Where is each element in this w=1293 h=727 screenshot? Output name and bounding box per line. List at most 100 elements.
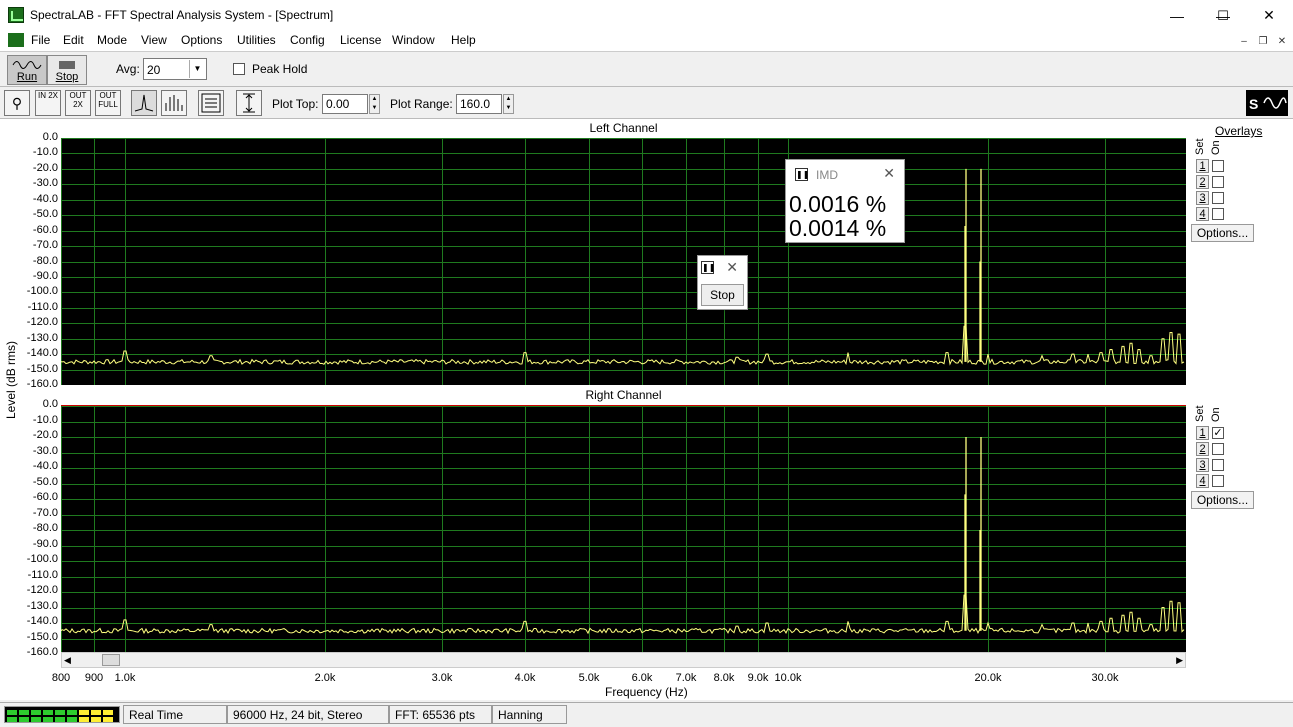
overlays-title: Overlays (1215, 124, 1263, 138)
overlay-on-checkbox-3[interactable] (1212, 459, 1224, 471)
pause-icon[interactable]: ❚❚ (701, 261, 715, 274)
status-format: 96000 Hz, 24 bit, Stereo (227, 705, 389, 724)
y-tick-label: 0.0 (42, 398, 58, 410)
y-tick-label: -100.0 (26, 285, 58, 298)
overlay-set-button-1[interactable]: 1 (1196, 159, 1209, 173)
run-button[interactable]: Run (7, 55, 47, 85)
overlay-on-checkbox-4[interactable] (1212, 208, 1224, 220)
menu-options[interactable]: Options (181, 33, 222, 47)
magnifier-icon[interactable]: ⚲ (4, 90, 30, 116)
y-tick-label: -10.0 (32, 146, 58, 159)
zoom-in-2x-button[interactable]: IN 2X (35, 90, 61, 116)
bar-plot-button[interactable] (161, 90, 187, 116)
overlay-set-button-4[interactable]: 4 (1196, 207, 1209, 221)
autoscale-button[interactable] (236, 90, 262, 116)
imd-value-right: 0.0014 % (789, 215, 887, 241)
overlay-set-button-4[interactable]: 4 (1196, 474, 1209, 488)
right-channel-plot[interactable] (61, 405, 1186, 653)
overlay-on-checkbox-4[interactable] (1212, 475, 1224, 487)
overlay-on-checkbox-3[interactable] (1212, 192, 1224, 204)
overlay-set-button-2[interactable]: 2 (1196, 442, 1209, 456)
plot-top-spinner[interactable]: ▲ ▼ (369, 94, 380, 114)
x-tick-label: 6.0k (631, 672, 653, 684)
overlay-options-button[interactable]: Options... (1191, 491, 1254, 509)
y-tick-label: -160.0 (26, 378, 58, 390)
x-tick-label: 20.0k (974, 672, 1002, 684)
scroll-left-icon[interactable]: ◀ (64, 655, 71, 666)
chevron-down-icon[interactable]: ▼ (189, 60, 205, 78)
maximize-window-button[interactable]: ☐ (1200, 0, 1246, 31)
y-tick-label: -80.0 (32, 254, 58, 267)
mdi-minimize-icon[interactable]: ‒ (1236, 34, 1252, 48)
menu-mode[interactable]: Mode (97, 33, 127, 47)
imd-popup[interactable]: ❚❚ IMD ✕ 0.0016 % 0.0014 % (785, 159, 905, 243)
menu-window[interactable]: Window (392, 33, 435, 47)
y-tick-label: -130.0 (26, 331, 58, 344)
x-tick-label: 1.0k (114, 672, 136, 684)
left-channel-plot[interactable] (61, 138, 1186, 385)
stop-button[interactable]: Stop (47, 55, 87, 85)
plot-toolbar: ⚲ IN 2X OUT 2X OUT FULL Plot Top: 0.00 ▲… (0, 87, 1293, 119)
plot-range-spinner[interactable]: ▲ ▼ (503, 94, 514, 114)
menu-help[interactable]: Help (451, 33, 476, 47)
stop-popup-button[interactable]: Stop (701, 284, 744, 306)
properties-button[interactable] (198, 90, 224, 116)
imd-value-left: 0.0016 % (789, 191, 887, 217)
level-meter-bars (7, 710, 113, 722)
avg-select[interactable]: 20 ▼ (143, 58, 207, 80)
y-tick-label: -150.0 (26, 362, 58, 375)
y-tick-label: -50.0 (32, 475, 58, 488)
y-tick-label: -40.0 (32, 460, 58, 472)
overlay-on-checkbox-2[interactable] (1212, 176, 1224, 188)
line-plot-button[interactable] (131, 90, 157, 116)
peak-hold-label: Peak Hold (252, 62, 308, 76)
y-tick-label: -60.0 (32, 223, 58, 236)
mdi-close-icon[interactable]: ✕ (1274, 34, 1290, 48)
y-tick-label: -40.0 (32, 192, 58, 205)
stop-popup-close-icon[interactable]: ✕ (726, 259, 738, 276)
x-tick-label: 9.0k (747, 672, 769, 684)
y-tick-label: -10.0 (32, 413, 58, 426)
y-tick-label: -60.0 (32, 491, 58, 503)
menu-file[interactable]: File (31, 33, 50, 47)
pause-icon[interactable]: ❚❚ (795, 168, 809, 181)
overlay-set-button-2[interactable]: 2 (1196, 175, 1209, 189)
overlay-set-button-1[interactable]: 1 (1196, 426, 1209, 440)
minimize-window-button[interactable]: — (1154, 0, 1200, 31)
mdi-restore-icon[interactable]: ❐ (1255, 34, 1271, 48)
y-tick-label: -20.0 (32, 161, 58, 174)
avg-label: Avg: (116, 62, 140, 76)
overlay-on-checkbox-2[interactable] (1212, 443, 1224, 455)
zoom-out-2x-button[interactable]: OUT 2X (65, 90, 91, 116)
menu-view[interactable]: View (141, 33, 167, 47)
plot-top-label: Plot Top: (272, 97, 319, 111)
menu-license[interactable]: License (340, 33, 381, 47)
overlay-set-button-3[interactable]: 3 (1196, 191, 1209, 205)
imd-close-icon[interactable]: ✕ (883, 165, 895, 182)
plot-area: Level (dB rms) Left Channel Right Channe… (0, 119, 1293, 700)
document-icon (8, 33, 24, 47)
menu-utilities[interactable]: Utilities (237, 33, 276, 47)
overlay-on-header: On (1210, 140, 1222, 155)
scroll-thumb[interactable] (102, 654, 120, 666)
status-bar: Real Time 96000 Hz, 24 bit, Stereo FFT: … (0, 702, 1293, 726)
y-tick-label: -150.0 (26, 630, 58, 643)
menu-config[interactable]: Config (290, 33, 325, 47)
menu-edit[interactable]: Edit (63, 33, 84, 47)
menu-bar: File Edit Mode View Options Utilities Co… (0, 31, 1293, 51)
overlay-options-button[interactable]: Options... (1191, 224, 1254, 242)
plot-range-input[interactable]: 160.0 (456, 94, 502, 114)
frequency-scrollbar[interactable]: ◀ ▶ (61, 652, 1186, 668)
overlay-set-button-3[interactable]: 3 (1196, 458, 1209, 472)
y-tick-label: -30.0 (32, 444, 58, 457)
stop-popup[interactable]: ❚❚ ✕ Stop (697, 255, 748, 310)
plot-top-input[interactable]: 0.00 (322, 94, 368, 114)
overlay-on-checkbox-1[interactable] (1212, 160, 1224, 172)
panel-icon (201, 93, 221, 113)
close-window-button[interactable]: ✕ (1246, 0, 1292, 31)
peak-hold-checkbox[interactable] (233, 63, 245, 75)
zoom-full-button[interactable]: OUT FULL (95, 90, 121, 116)
scroll-right-icon[interactable]: ▶ (1176, 655, 1183, 666)
overlay-on-checkbox-1[interactable]: ✓ (1212, 427, 1224, 439)
x-tick-label: 30.0k (1091, 672, 1119, 684)
